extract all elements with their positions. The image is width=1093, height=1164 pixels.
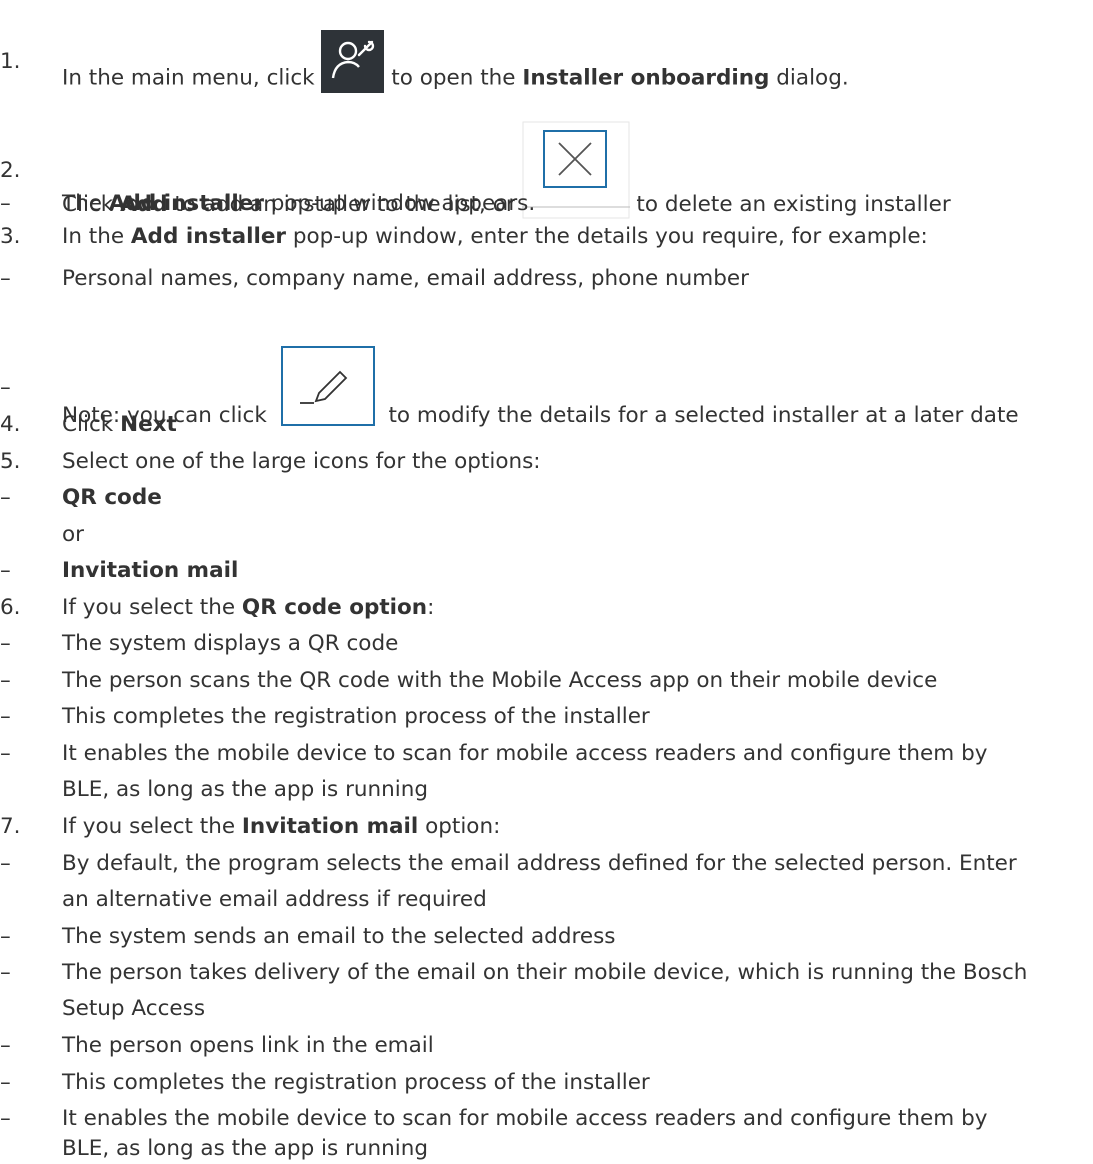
step-7: 7. If you select the Invitation mail opt… <box>0 814 501 839</box>
list-item: – The person opens link in the email <box>0 1033 434 1058</box>
list-item-continued: Setup Access <box>62 996 206 1021</box>
list-item: – The system displays a QR code <box>0 631 399 656</box>
list-item-continued: BLE, as long as the app is running <box>62 1136 429 1161</box>
step-marker: 2. <box>0 158 21 183</box>
step-2: 2. Click Add to add an installer to the … <box>0 121 1093 219</box>
step-5: 5. Select one of the large icons for the… <box>0 449 541 474</box>
list-item: – This completes the registration proces… <box>0 704 650 729</box>
list-item-continued: an alternative email address if required <box>62 887 487 912</box>
step-2-result: – The Add installer pop-up window appear… <box>0 191 536 216</box>
list-item: – This completes the registration proces… <box>0 1070 650 1095</box>
list-item: – The person scans the QR code with the … <box>0 668 938 693</box>
list-item: – It enables the mobile device to scan f… <box>0 1106 988 1131</box>
step-4: 4. Click Next <box>0 412 177 437</box>
installer-onboarding-icon[interactable] <box>321 30 385 93</box>
option-separator: or <box>62 522 84 547</box>
edit-note: – Note: you can click to modify the deta… <box>0 346 1093 428</box>
list-item-continued: BLE, as long as the app is running <box>62 777 429 802</box>
list-item: – The person takes delivery of the email… <box>0 960 1028 985</box>
step-6: 6. If you select the QR code option: <box>0 595 435 620</box>
user-wrench-icon <box>332 40 375 79</box>
step-1: 1. In the main menu, click to open the I… <box>0 30 1093 93</box>
step-marker: 1. <box>0 49 21 74</box>
step-3-detail: – Personal names, company name, email ad… <box>0 266 749 291</box>
step-3: 3. In the Add installer pop-up window, e… <box>0 224 928 249</box>
list-item: – The system sends an email to the selec… <box>0 924 616 949</box>
option-invitation-mail: – Invitation mail <box>0 558 239 583</box>
list-item: – It enables the mobile device to scan f… <box>0 741 988 766</box>
option-qr-code: – QR code <box>0 485 162 510</box>
list-item: – By default, the program selects the em… <box>0 851 1017 876</box>
